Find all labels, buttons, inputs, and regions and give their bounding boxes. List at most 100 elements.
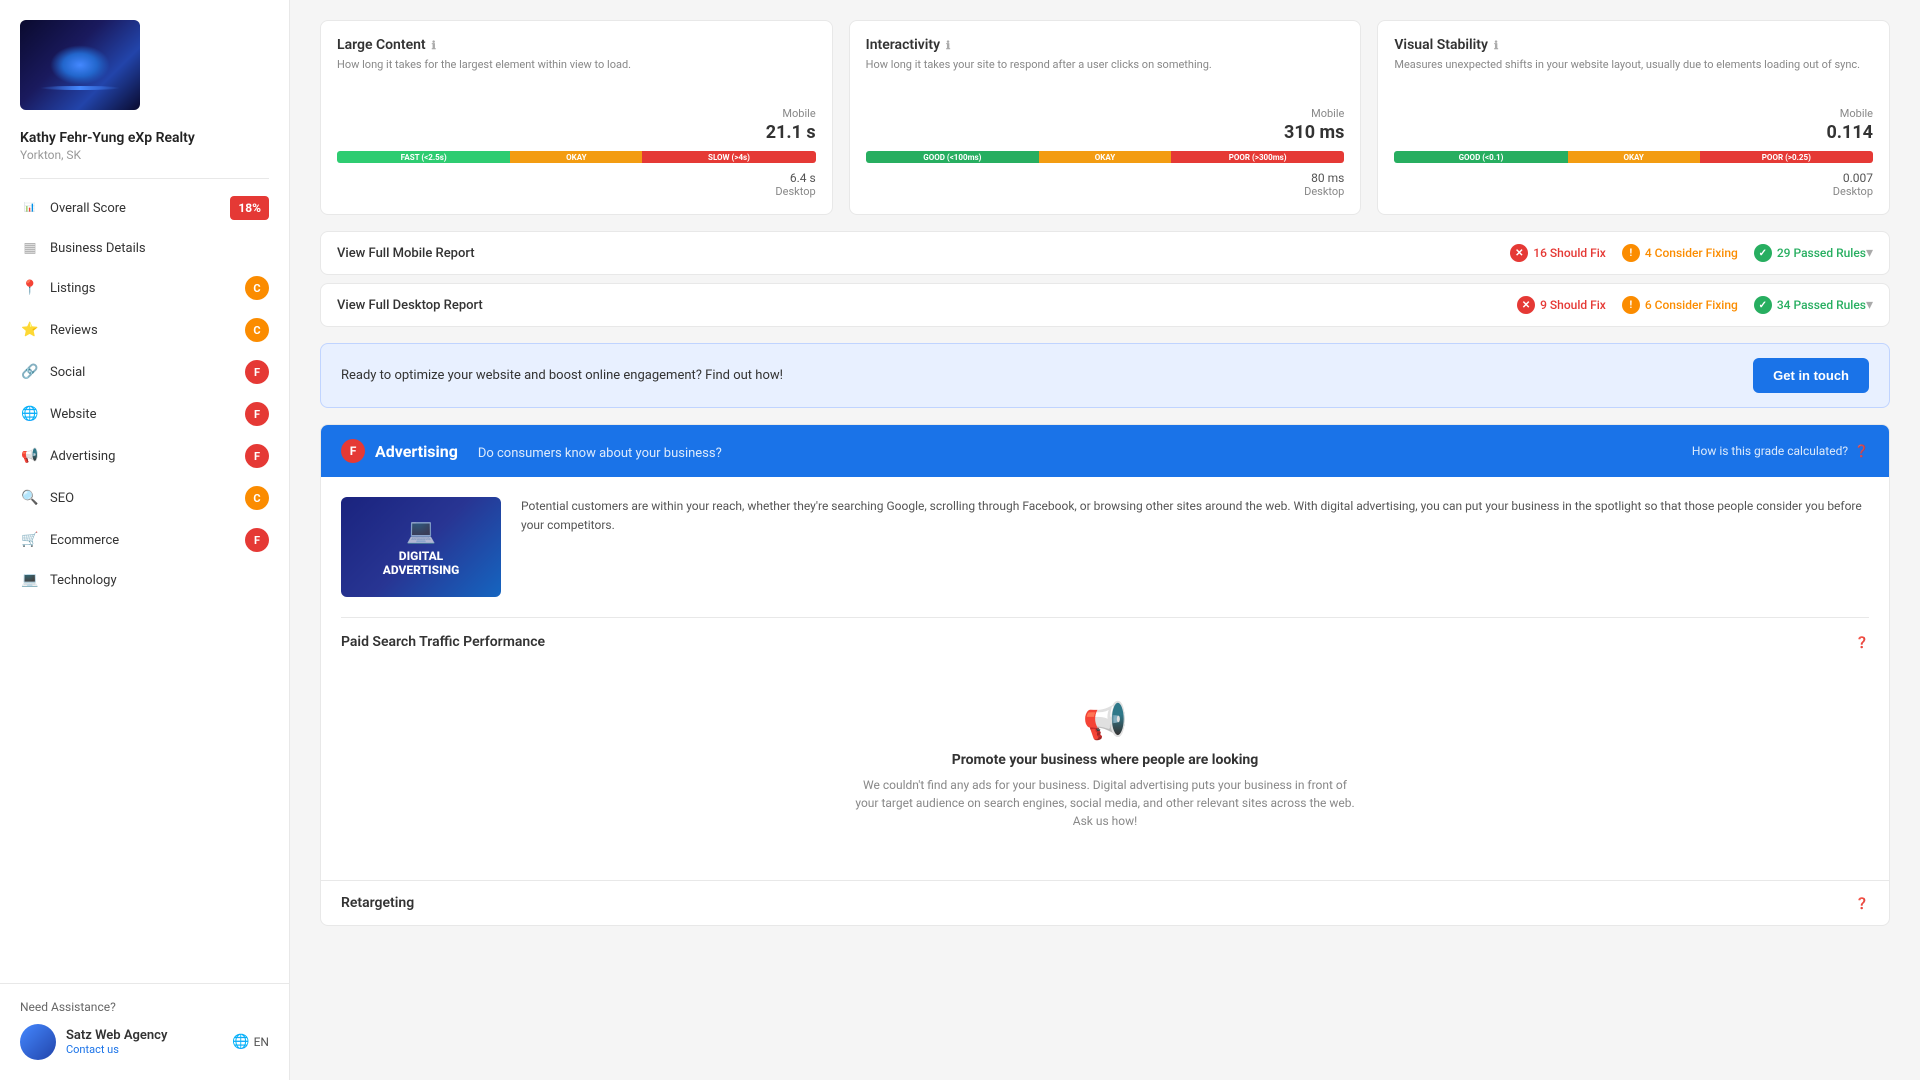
large-content-mobile-value: 21.1 s <box>337 122 816 143</box>
megaphone-icon: 📢 <box>20 446 40 466</box>
sidebar-item-overall-score[interactable]: 📊 Overall Score 18% <box>0 187 289 229</box>
sidebar-item-website[interactable]: 🌐 Website F <box>0 393 289 435</box>
paid-search-title: Paid Search Traffic Performance <box>341 634 545 650</box>
advertising-section: F Advertising Do consumers know about yo… <box>320 424 1890 926</box>
language-selector[interactable]: 🌐 EN <box>232 1034 269 1050</box>
digital-ad-title: DIGITALADVERTISING <box>383 549 460 578</box>
agency-name: Satz Web Agency <box>66 1028 167 1043</box>
interactivity-mobile-label: Mobile <box>866 107 1345 120</box>
retargeting-info-icon[interactable]: ❓ <box>1855 897 1869 910</box>
desktop-should-fix-text: 9 Should Fix <box>1540 298 1606 312</box>
good-segment: GOOD (<100ms) <box>866 151 1039 163</box>
passed-icon: ✓ <box>1754 244 1772 262</box>
mobile-report-badges: ✕ 16 Should Fix ! 4 Consider Fixing ✓ 29… <box>1510 244 1866 262</box>
large-content-desktop-label: Desktop <box>337 185 816 198</box>
visual-stability-title: Visual Stability ℹ <box>1394 37 1873 53</box>
star-icon: ⭐ <box>20 320 40 340</box>
digital-ad-icon: 💻 <box>406 517 436 545</box>
advertising-header: F Advertising Do consumers know about yo… <box>321 425 1889 477</box>
agency-avatar <box>20 1024 56 1060</box>
visual-stability-info-icon[interactable]: ℹ <box>1494 39 1498 52</box>
how-calculated-link[interactable]: How is this grade calculated? ❓ <box>1692 444 1869 458</box>
desktop-report-chevron[interactable]: ▾ <box>1866 297 1873 313</box>
interactivity-speed-bar: GOOD (<100ms) OKAY POOR (>300ms) <box>866 151 1345 163</box>
desktop-report-badges: ✕ 9 Should Fix ! 6 Consider Fixing ✓ 34 … <box>1517 296 1866 314</box>
need-assistance-section: Need Assistance? Satz Web Agency Contact… <box>0 983 289 1060</box>
paid-search-info-icon[interactable]: ❓ <box>1855 636 1869 649</box>
seo-badge: C <box>245 486 269 510</box>
desktop-report-row[interactable]: View Full Desktop Report ✕ 9 Should Fix … <box>320 283 1890 327</box>
sidebar-item-label: Website <box>50 407 245 422</box>
mobile-passed-text: 29 Passed Rules <box>1777 246 1866 260</box>
sidebar-item-seo[interactable]: 🔍 SEO C <box>0 477 289 519</box>
social-badge: F <box>245 360 269 384</box>
desktop-passed-badge: ✓ 34 Passed Rules <box>1754 296 1866 314</box>
mobile-passed-badge: ✓ 29 Passed Rules <box>1754 244 1866 262</box>
advertising-badge: F <box>245 444 269 468</box>
language-globe-icon: 🌐 <box>232 1034 249 1050</box>
sidebar-item-advertising[interactable]: 📢 Advertising F <box>0 435 289 477</box>
desktop-passed-text: 34 Passed Rules <box>1777 298 1866 312</box>
mobile-should-fix-text: 16 Should Fix <box>1533 246 1606 260</box>
sidebar-item-label: Social <box>50 365 245 380</box>
sidebar-item-listings[interactable]: 📍 Listings C <box>0 267 289 309</box>
sidebar-item-reviews[interactable]: ⭐ Reviews C <box>0 309 289 351</box>
location-icon: 📍 <box>20 278 40 298</box>
logo-image <box>50 45 110 85</box>
large-content-card: Large Content ℹ How long it takes for th… <box>320 20 833 215</box>
good-segment: GOOD (<0.1) <box>1394 151 1567 163</box>
sidebar-divider <box>20 178 269 179</box>
sidebar-item-label: Technology <box>50 573 269 588</box>
sidebar-item-business-details[interactable]: ▦ Business Details <box>0 229 289 267</box>
reviews-badge: C <box>245 318 269 342</box>
advertising-header-left: F Advertising Do consumers know about yo… <box>341 439 722 463</box>
agency-contact-link[interactable]: Contact us <box>66 1043 167 1056</box>
business-location: Yorkton, SK <box>0 148 289 178</box>
visual-stability-desktop-label: Desktop <box>1394 185 1873 198</box>
agency-text: Satz Web Agency Contact us <box>66 1028 167 1056</box>
mobile-should-fix-badge: ✕ 16 Should Fix <box>1510 244 1606 262</box>
large-content-mobile-label: Mobile <box>337 107 816 120</box>
sidebar-item-label: Overall Score <box>50 201 230 216</box>
need-assistance-title: Need Assistance? <box>20 1000 269 1014</box>
interactivity-info-icon[interactable]: ℹ <box>946 39 950 52</box>
advertising-body: 💻 DIGITALADVERTISING Potential customers… <box>321 477 1889 880</box>
website-badge: F <box>245 402 269 426</box>
visual-stability-mobile-label: Mobile <box>1394 107 1873 120</box>
sidebar-item-ecommerce[interactable]: 🛒 Ecommerce F <box>0 519 289 561</box>
question-icon: ❓ <box>1854 444 1869 458</box>
sidebar-item-label: Ecommerce <box>50 533 245 548</box>
sidebar-item-social[interactable]: 🔗 Social F <box>0 351 289 393</box>
cta-button[interactable]: Get in touch <box>1753 358 1869 393</box>
language-label: EN <box>254 1035 269 1049</box>
agency-info: Satz Web Agency Contact us 🌐 EN <box>20 1024 269 1060</box>
mobile-report-chevron[interactable]: ▾ <box>1866 245 1873 261</box>
metrics-row: Large Content ℹ How long it takes for th… <box>320 20 1890 215</box>
large-content-info-icon[interactable]: ℹ <box>432 39 436 52</box>
visual-stability-desktop-value: 0.007 <box>1394 171 1873 185</box>
interactivity-desc: How long it takes your site to respond a… <box>866 57 1345 93</box>
grid-icon: ▦ <box>20 238 40 258</box>
should-fix-icon: ✕ <box>1517 296 1535 314</box>
desktop-consider-text: 6 Consider Fixing <box>1645 298 1738 312</box>
sidebar: Kathy Fehr-Yung eXp Realty Yorkton, SK 📊… <box>0 0 290 1080</box>
mobile-report-row[interactable]: View Full Mobile Report ✕ 16 Should Fix … <box>320 231 1890 275</box>
advertising-grade-badge: F <box>341 439 365 463</box>
sidebar-item-label: Listings <box>50 281 245 296</box>
okay-segment: OKAY <box>1039 151 1171 163</box>
globe-icon: 🌐 <box>20 404 40 424</box>
interactivity-desktop-value: 80 ms <box>866 171 1345 185</box>
interactivity-mobile-value: 310 ms <box>866 122 1345 143</box>
consider-icon: ! <box>1622 296 1640 314</box>
search-icon: 🔍 <box>20 488 40 508</box>
overall-score-badge: 18% <box>230 196 269 220</box>
mobile-consider-badge: ! 4 Consider Fixing <box>1622 244 1738 262</box>
sidebar-item-label: Reviews <box>50 323 245 338</box>
slow-segment: SLOW (>4s) <box>642 151 815 163</box>
large-content-title: Large Content ℹ <box>337 37 816 53</box>
share-icon: 🔗 <box>20 362 40 382</box>
business-name: Kathy Fehr-Yung eXp Realty <box>0 130 289 148</box>
promote-title: Promote your business where people are l… <box>952 752 1259 768</box>
sidebar-item-technology[interactable]: 💻 Technology <box>0 561 289 599</box>
should-fix-icon: ✕ <box>1510 244 1528 262</box>
